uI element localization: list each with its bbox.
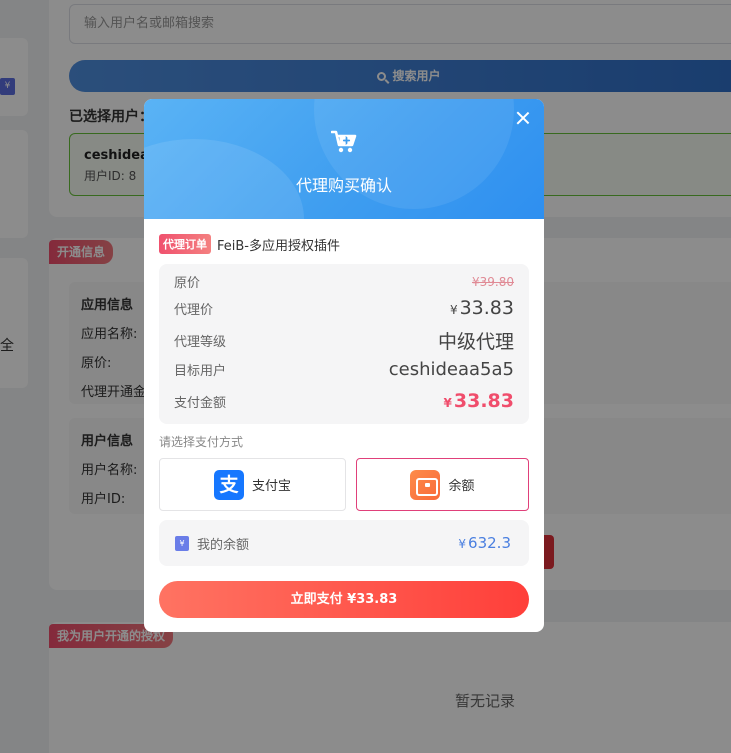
agent-level-value: 中级代理: [437, 331, 514, 353]
original-price-label: 原价: [174, 276, 201, 291]
my-balance-row: ¥ 我的余额 ¥632.3: [159, 520, 529, 566]
currency-symbol: ¥: [458, 537, 467, 551]
agent-price-amount: 33.83: [459, 297, 514, 319]
agent-price-value: ¥33.83: [450, 297, 514, 319]
price-row-original: 原价 ¥39.80: [174, 272, 514, 292]
payment-method-label: 请选择支付方式: [159, 435, 244, 449]
payment-option-balance[interactable]: 余额: [356, 458, 529, 511]
wallet-icon: [410, 469, 441, 500]
price-row-level: 代理等级 中级代理: [174, 327, 514, 354]
order-tag-badge: 代理订单: [159, 234, 211, 254]
balance-value: ¥632.3: [458, 534, 511, 552]
product-row: 代理订单 FeiB-多应用授权插件: [159, 234, 340, 254]
balance-label: 我的余额: [197, 537, 250, 553]
target-user-value: ceshideaa5a5: [388, 359, 514, 380]
pay-amount: 33.83: [453, 390, 514, 412]
close-icon[interactable]: [514, 109, 532, 127]
price-row-target: 目标用户 ceshideaa5a5: [174, 359, 514, 380]
pay-amount-value: ¥33.83: [444, 390, 514, 412]
payment-option-label: 余额: [448, 479, 475, 494]
modal-title: 代理购买确认: [295, 176, 392, 195]
currency-symbol: ¥: [443, 396, 452, 410]
balance-amount: 632.3: [468, 534, 511, 552]
agent-price-label: 代理价: [174, 302, 214, 318]
price-summary: 原价 ¥39.80 代理价 ¥33.83 代理等级 中级代理 目标用户 cesh…: [159, 264, 529, 424]
price-row-agent: 代理价 ¥33.83: [174, 297, 514, 319]
payment-option-label: 支付宝: [251, 479, 291, 494]
pay-now-button[interactable]: 立即支付 ¥33.83: [159, 581, 529, 618]
price-row-pay: 支付金额 ¥33.83: [174, 390, 514, 412]
payment-option-alipay[interactable]: 支 支付宝: [159, 458, 346, 511]
purchase-confirm-modal: 代理购买确认 代理订单 FeiB-多应用授权插件 原价 ¥39.80 代理价 ¥…: [144, 99, 544, 632]
cart-plus-icon: [331, 130, 357, 153]
balance-icon: ¥: [175, 535, 189, 551]
currency-symbol: ¥: [449, 303, 458, 317]
balance-left: ¥ 我的余额: [175, 534, 249, 553]
agent-level-label: 代理等级: [174, 335, 227, 350]
modal-header: 代理购买确认: [144, 99, 544, 219]
original-price-value: ¥39.80: [472, 274, 514, 289]
target-user-label: 目标用户: [174, 364, 227, 379]
alipay-icon: 支: [213, 469, 244, 500]
pay-amount-label: 支付金额: [174, 395, 227, 411]
product-name: FeiB-多应用授权插件: [217, 238, 340, 254]
